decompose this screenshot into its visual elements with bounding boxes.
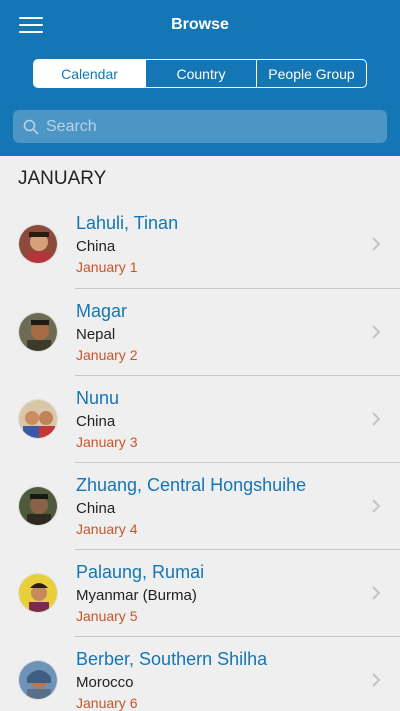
avatar <box>18 573 58 613</box>
list-item[interactable]: Magar Nepal January 2 <box>0 288 400 375</box>
chevron-right-icon <box>372 412 381 426</box>
people-group-country: Nepal <box>76 326 116 343</box>
people-group-date: January 1 <box>76 259 138 275</box>
avatar <box>18 486 58 526</box>
people-group-country: China <box>76 500 116 517</box>
avatar <box>18 660 58 700</box>
tab-calendar[interactable]: Calendar <box>34 60 145 87</box>
avatar <box>18 399 58 439</box>
list-item[interactable]: Lahuli, Tinan China January 1 <box>0 201 400 288</box>
chevron-right-icon <box>372 325 381 339</box>
people-group-name: Berber, Southern Shilha <box>76 649 268 669</box>
browse-mode-segmented-control: Calendar Country People Group <box>33 59 367 88</box>
people-group-country: Morocco <box>76 674 134 691</box>
chevron-right-icon <box>372 673 381 687</box>
list-item[interactable]: Nunu China January 3 <box>0 375 400 462</box>
people-group-date: January 3 <box>76 434 138 450</box>
list-item[interactable]: Berber, Southern Shilha Morocco January … <box>0 636 400 711</box>
tab-country[interactable]: Country <box>145 60 256 87</box>
people-group-country: Myanmar (Burma) <box>76 587 197 604</box>
avatar <box>18 224 58 264</box>
chevron-right-icon <box>372 237 381 251</box>
chevron-right-icon <box>372 586 381 600</box>
people-group-date: January 2 <box>76 347 138 363</box>
search-bar <box>13 110 387 143</box>
people-group-name: Magar <box>76 301 128 321</box>
list-item[interactable]: Palaung, Rumai Myanmar (Burma) January 5 <box>0 549 400 636</box>
month-section-header: JANUARY <box>18 168 107 189</box>
people-group-date: January 5 <box>76 608 138 624</box>
search-input[interactable] <box>46 110 376 143</box>
people-group-date: January 6 <box>76 695 138 711</box>
people-group-list: Lahuli, Tinan China January 1 Magar Nepa… <box>0 201 400 711</box>
people-group-name: Lahuli, Tinan <box>76 213 179 233</box>
tab-people-group[interactable]: People Group <box>256 60 366 87</box>
list-item[interactable]: Zhuang, Central Hongshuihe China January… <box>0 462 400 549</box>
chevron-right-icon <box>372 499 381 513</box>
people-group-date: January 4 <box>76 521 138 537</box>
people-group-country: China <box>76 413 116 430</box>
avatar <box>18 312 58 352</box>
search-icon <box>23 119 39 135</box>
page-title: Browse <box>171 16 229 33</box>
people-group-country: China <box>76 238 116 255</box>
people-group-name: Palaung, Rumai <box>76 562 205 582</box>
people-group-name: Nunu <box>76 388 120 408</box>
people-group-name: Zhuang, Central Hongshuihe <box>76 475 307 495</box>
app-header: Browse Calendar Country People Group <box>0 0 400 156</box>
